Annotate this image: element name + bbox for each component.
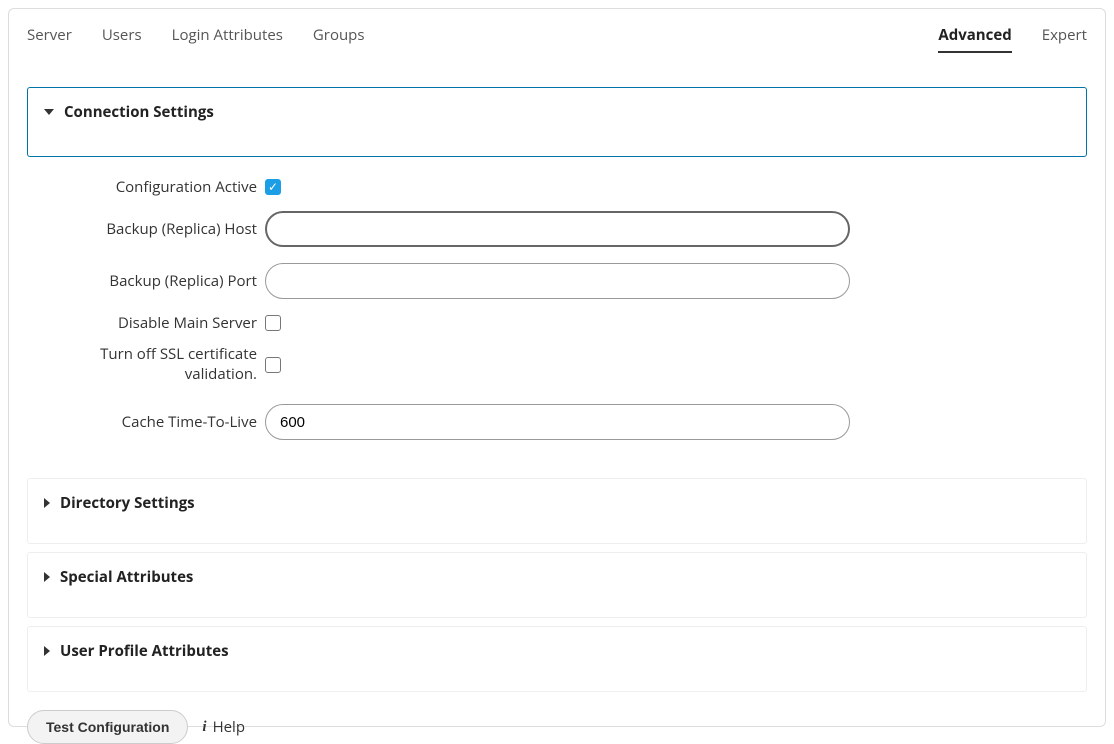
info-icon: i: [202, 719, 206, 736]
label-disable-main-server: Disable Main Server: [45, 313, 265, 333]
row-configuration-active: Configuration Active ✓: [45, 177, 1069, 197]
row-cache-ttl: Cache Time-To-Live: [45, 402, 1069, 442]
row-ssl-validation: Turn off SSL certificate validation.: [45, 345, 1069, 384]
chevron-right-icon: [44, 646, 50, 656]
tab-login-attributes[interactable]: Login Attributes: [172, 25, 283, 51]
tab-expert[interactable]: Expert: [1042, 25, 1087, 53]
section-user-profile-attributes: User Profile Attributes: [27, 626, 1087, 692]
section-title: Directory Settings: [60, 493, 195, 513]
row-backup-port: Backup (Replica) Port: [45, 261, 1069, 301]
test-configuration-button[interactable]: Test Configuration: [27, 710, 188, 744]
section-title: User Profile Attributes: [60, 641, 229, 661]
section-body-connection: Configuration Active ✓ Backup (Replica) …: [27, 165, 1087, 478]
tab-users[interactable]: Users: [102, 25, 142, 51]
chevron-right-icon: [44, 498, 50, 508]
help-link[interactable]: i Help: [202, 717, 245, 737]
section-connection-settings: Connection Settings: [27, 87, 1087, 157]
section-special-attributes: Special Attributes: [27, 552, 1087, 618]
label-ssl-validation: Turn off SSL certificate validation.: [45, 345, 265, 384]
checkbox-configuration-active[interactable]: ✓: [265, 179, 281, 195]
section-directory-settings: Directory Settings: [27, 478, 1087, 544]
tab-advanced[interactable]: Advanced: [938, 25, 1011, 53]
tab-server[interactable]: Server: [27, 25, 72, 51]
checkbox-ssl-validation[interactable]: [265, 357, 281, 373]
row-backup-host: Backup (Replica) Host: [45, 209, 1069, 249]
label-configuration-active: Configuration Active: [45, 177, 265, 197]
chevron-right-icon: [44, 572, 50, 582]
section-header-user-profile[interactable]: User Profile Attributes: [28, 627, 1086, 691]
tabs-left: Server Users Login Attributes Groups: [27, 25, 365, 51]
tab-bar: Server Users Login Attributes Groups Adv…: [27, 25, 1087, 53]
help-label: Help: [213, 717, 245, 737]
row-disable-main-server: Disable Main Server: [45, 313, 1069, 333]
section-header-connection[interactable]: Connection Settings: [28, 88, 1086, 156]
tab-groups[interactable]: Groups: [313, 25, 365, 51]
chevron-down-icon: [44, 109, 54, 115]
footer: Test Configuration i Help: [27, 710, 1087, 744]
label-backup-host: Backup (Replica) Host: [45, 219, 265, 239]
settings-panel: Server Users Login Attributes Groups Adv…: [8, 8, 1106, 727]
checkbox-disable-main-server[interactable]: [265, 315, 281, 331]
input-backup-host[interactable]: [265, 211, 850, 247]
section-header-special[interactable]: Special Attributes: [28, 553, 1086, 617]
input-backup-port[interactable]: [265, 263, 850, 299]
input-cache-ttl[interactable]: [265, 404, 850, 440]
section-title: Connection Settings: [64, 102, 214, 122]
section-header-directory[interactable]: Directory Settings: [28, 479, 1086, 543]
label-backup-port: Backup (Replica) Port: [45, 271, 265, 291]
label-cache-ttl: Cache Time-To-Live: [45, 412, 265, 432]
tabs-right: Advanced Expert: [938, 25, 1087, 53]
section-title: Special Attributes: [60, 567, 193, 587]
